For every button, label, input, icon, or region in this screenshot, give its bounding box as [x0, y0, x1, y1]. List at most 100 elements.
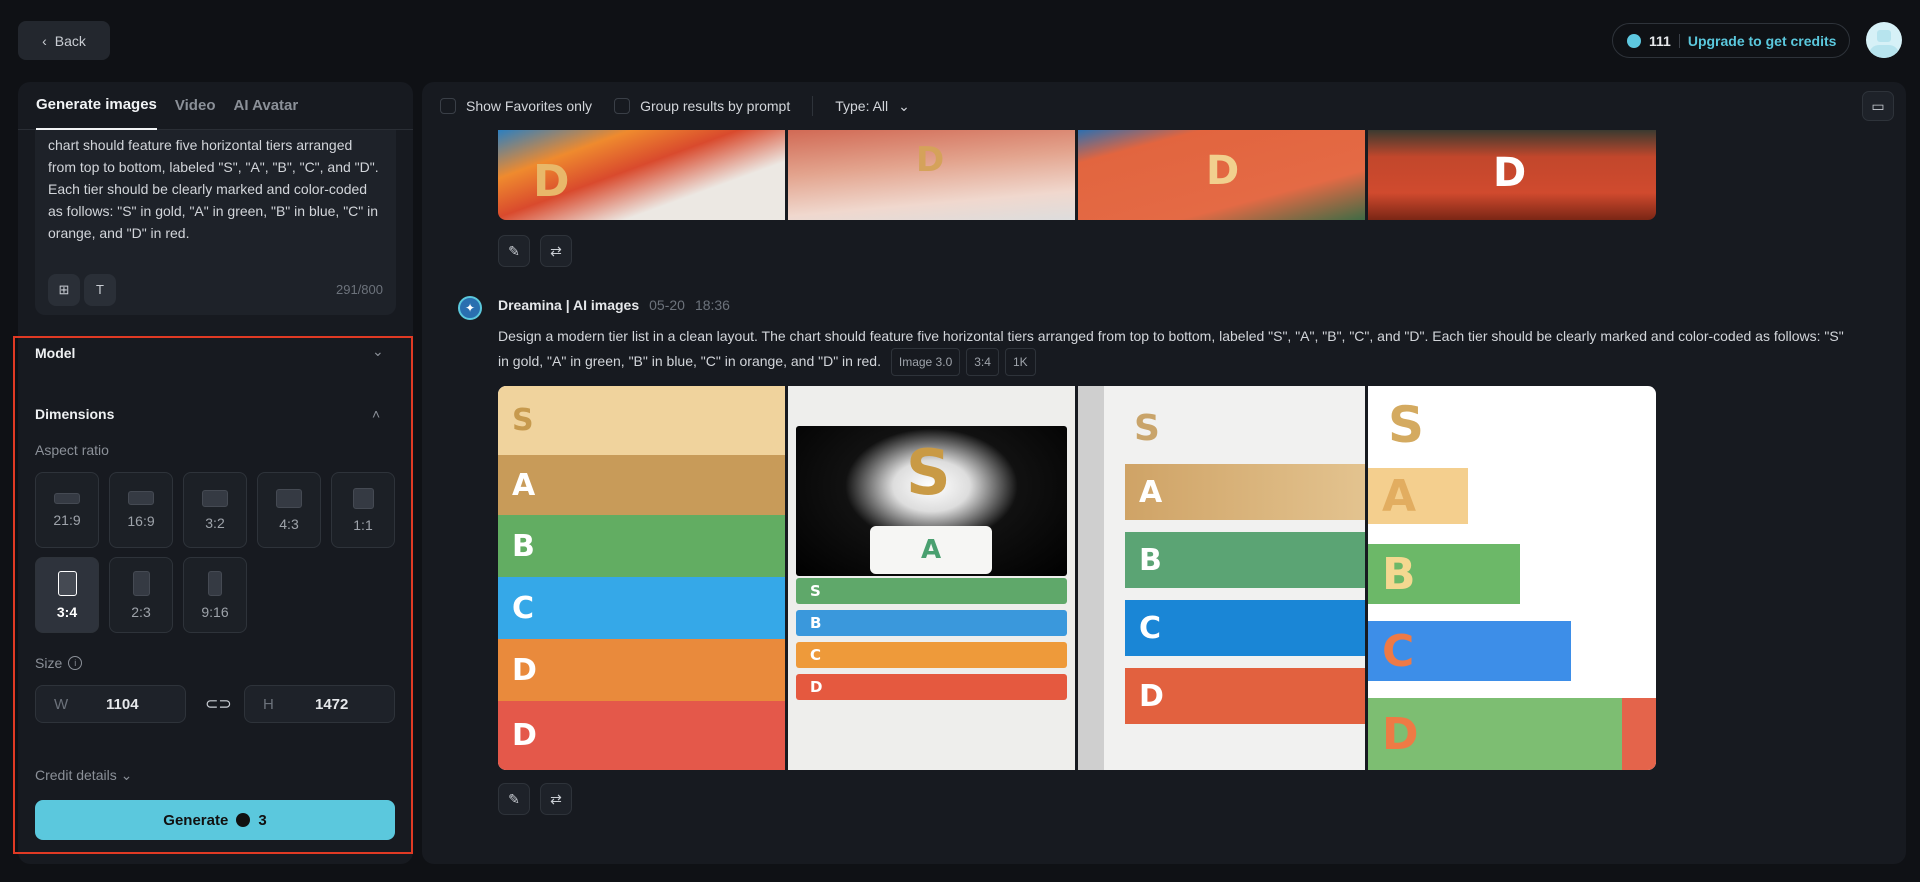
height-input[interactable]: H 1472	[244, 685, 395, 723]
ratio-3-4[interactable]: 3:4	[35, 557, 99, 633]
type-label: Type: All	[835, 98, 889, 114]
ratio-21-9[interactable]: 21:9	[35, 472, 99, 548]
group-by-prompt-checkbox[interactable]: Group results by prompt	[614, 98, 790, 114]
tier-letter: S	[512, 403, 534, 438]
ratio-shape-icon	[202, 489, 228, 507]
info-icon[interactable]: i	[68, 656, 83, 670]
tier-letter: S	[906, 436, 951, 509]
edit-button[interactable]: ✎	[498, 235, 530, 267]
results-toolbar: Show Favorites only Group results by pro…	[422, 82, 1906, 130]
upgrade-link[interactable]: Upgrade to get credits	[1688, 33, 1837, 49]
ratio-1-1[interactable]: 1:1	[331, 472, 395, 548]
model-section-title[interactable]: Model	[35, 345, 75, 361]
tier-letter: C	[1382, 625, 1415, 677]
type-filter-dropdown[interactable]: Type: All ⌄	[835, 98, 910, 115]
dimensions-section-title[interactable]: Dimensions	[35, 406, 114, 422]
ratio-2-3[interactable]: 2:3	[109, 557, 173, 633]
checkbox[interactable]	[614, 98, 631, 114]
regenerate-button[interactable]: ⇄	[540, 783, 572, 815]
regenerate-button[interactable]: ⇄	[540, 235, 572, 267]
ratio-shape-icon	[352, 487, 374, 509]
tier-letter: D	[1382, 708, 1419, 760]
prompt-text: Design a modern tier list in a clean lay…	[498, 328, 1844, 369]
tier-letter: B	[512, 528, 535, 564]
ratio-9-16[interactable]: 9:16	[183, 557, 247, 633]
width-input[interactable]: W 1104	[35, 685, 186, 723]
credit-icon	[1627, 33, 1641, 48]
edit-button[interactable]: ✎	[498, 783, 530, 815]
back-button[interactable]: ‹ Back	[18, 21, 110, 60]
ratio-16-9[interactable]: 16:9	[109, 472, 173, 548]
prompt-input[interactable]: chart should feature five horizontal tie…	[35, 130, 396, 315]
ratio-label: 1:1	[353, 516, 373, 533]
tier-letter: A	[512, 467, 536, 503]
tier-letter: A	[1382, 470, 1417, 522]
ratio-label: 16:9	[127, 513, 155, 529]
size-label-row: Size i	[35, 655, 83, 671]
aspect-ratio-label: Aspect ratio	[35, 442, 109, 458]
tier-letter: C	[810, 646, 822, 664]
ratio-4-3[interactable]: 4:3	[257, 472, 321, 548]
model-tag: Image 3.0	[890, 348, 961, 376]
ratio-label: 21:9	[53, 511, 81, 528]
result-image[interactable]: D	[498, 130, 785, 220]
tier-letter: B	[1382, 548, 1416, 600]
ratio-label: 2:3	[131, 603, 151, 620]
credits-pill[interactable]: 111 Upgrade to get credits	[1612, 23, 1850, 58]
message-prompt: Design a modern tier list in a clean lay…	[498, 324, 1858, 376]
image-letter: D	[916, 140, 945, 180]
text-style-button[interactable]: T	[84, 274, 116, 306]
add-image-reference-button[interactable]: ⊞	[48, 274, 80, 306]
checkbox[interactable]	[440, 98, 456, 114]
message-header: Dreamina | AI images 05-20 18:36	[498, 297, 730, 313]
tab-generate-images[interactable]: Generate images	[36, 82, 157, 130]
result-image-3[interactable]: S A B C D	[1078, 386, 1365, 770]
ratio-shape-icon	[128, 491, 154, 505]
resolution-tag: 1K	[1004, 348, 1036, 376]
ratio-label: 3:4	[56, 603, 78, 620]
dreamina-logo-icon: ✦	[458, 296, 482, 320]
prompt-text[interactable]: chart should feature five horizontal tie…	[48, 134, 383, 266]
chevron-left-icon: ‹	[42, 32, 47, 49]
result-image[interactable]: D	[1368, 130, 1656, 220]
result-image-1[interactable]: S A B C D D	[498, 386, 785, 770]
generate-button[interactable]: Generate 3	[35, 800, 395, 840]
ratio-shape-icon	[57, 570, 77, 596]
credit-details-toggle[interactable]: Credit details ⌄	[35, 767, 132, 784]
divider	[812, 96, 814, 116]
tier-letter: C	[512, 590, 535, 626]
link-icon[interactable]: ⊂⊃	[205, 694, 232, 714]
image-letter: D	[1493, 150, 1527, 196]
show-favorites-checkbox[interactable]: Show Favorites only	[440, 98, 592, 114]
author-name: Dreamina | AI images	[498, 297, 640, 313]
tab-video[interactable]: Video	[175, 82, 216, 130]
group-label: Group results by prompt	[640, 98, 791, 114]
ratio-shape-icon	[54, 492, 80, 504]
tier-letter: C	[1139, 610, 1162, 646]
favorites-label: Show Favorites only	[466, 98, 593, 114]
pencil-icon: ✎	[508, 790, 520, 807]
divider	[1678, 33, 1680, 48]
chevron-down-icon[interactable]: ⌄	[372, 343, 384, 360]
ratio-shape-icon	[132, 570, 150, 596]
image-letter: D	[1206, 148, 1240, 194]
result-image[interactable]: D	[788, 130, 1075, 220]
generate-cost: 3	[258, 811, 267, 829]
pencil-icon: ✎	[508, 242, 520, 259]
ratio-3-2[interactable]: 3:2	[183, 472, 247, 548]
height-label: H	[263, 695, 274, 713]
tier-letter: D	[810, 678, 823, 696]
chevron-up-icon[interactable]: ˄	[372, 406, 380, 422]
credit-icon	[236, 813, 251, 827]
ratio-label: 3:2	[205, 514, 225, 531]
tab-ai-avatar[interactable]: AI Avatar	[233, 82, 298, 130]
avatar[interactable]	[1866, 22, 1902, 58]
tier-letter: B	[1139, 542, 1162, 578]
result-image-2[interactable]: S A S B C D	[788, 386, 1075, 770]
result-image[interactable]: D	[1078, 130, 1365, 220]
result-image-4[interactable]: S A B C D	[1368, 386, 1656, 770]
generate-label: Generate	[163, 811, 229, 829]
char-count: 291/800	[336, 282, 383, 297]
folder-button[interactable]: ▭	[1862, 91, 1894, 121]
height-value: 1472	[315, 695, 349, 713]
